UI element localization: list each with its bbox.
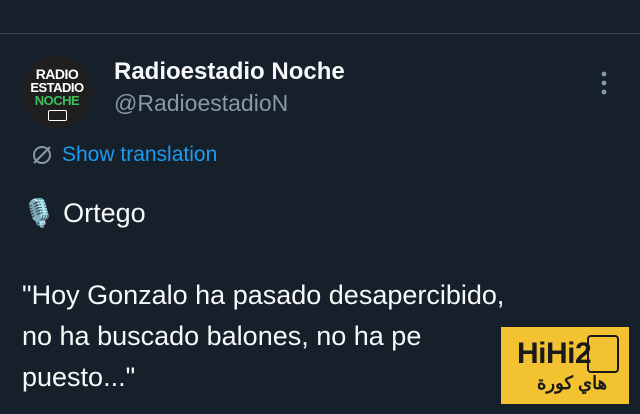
author-handle[interactable]: @RadioestadioN bbox=[114, 90, 288, 117]
show-translation-label: Show translation bbox=[62, 143, 218, 166]
avatar[interactable]: RADIO ESTADIO NOCHE bbox=[21, 56, 93, 128]
watermark-box-icon bbox=[587, 335, 619, 373]
radio-badge-icon bbox=[48, 110, 67, 121]
tweet-line: "Hoy Gonzalo ha pasado desapercibido, bbox=[22, 280, 505, 310]
author-display-name[interactable]: Radioestadio Noche bbox=[114, 58, 345, 86]
more-vertical-icon bbox=[601, 71, 607, 95]
microphone-icon: 🎙️ bbox=[22, 198, 56, 228]
watermark-main-text: HiHi2 bbox=[517, 337, 592, 370]
top-divider bbox=[0, 33, 640, 34]
speaker-name: Ortego bbox=[63, 198, 146, 228]
watermark-logo: HiHi2 هاي كورة bbox=[501, 327, 629, 404]
watermark-sub-text: هاي كورة bbox=[537, 373, 608, 393]
globe-icon bbox=[33, 146, 51, 164]
speaker-line: 🎙️ Ortego bbox=[22, 193, 622, 234]
avatar-logo-line3: NOCHE bbox=[34, 93, 80, 108]
show-translation-link[interactable]: Show translation bbox=[30, 141, 217, 169]
more-options-button[interactable] bbox=[594, 68, 614, 98]
